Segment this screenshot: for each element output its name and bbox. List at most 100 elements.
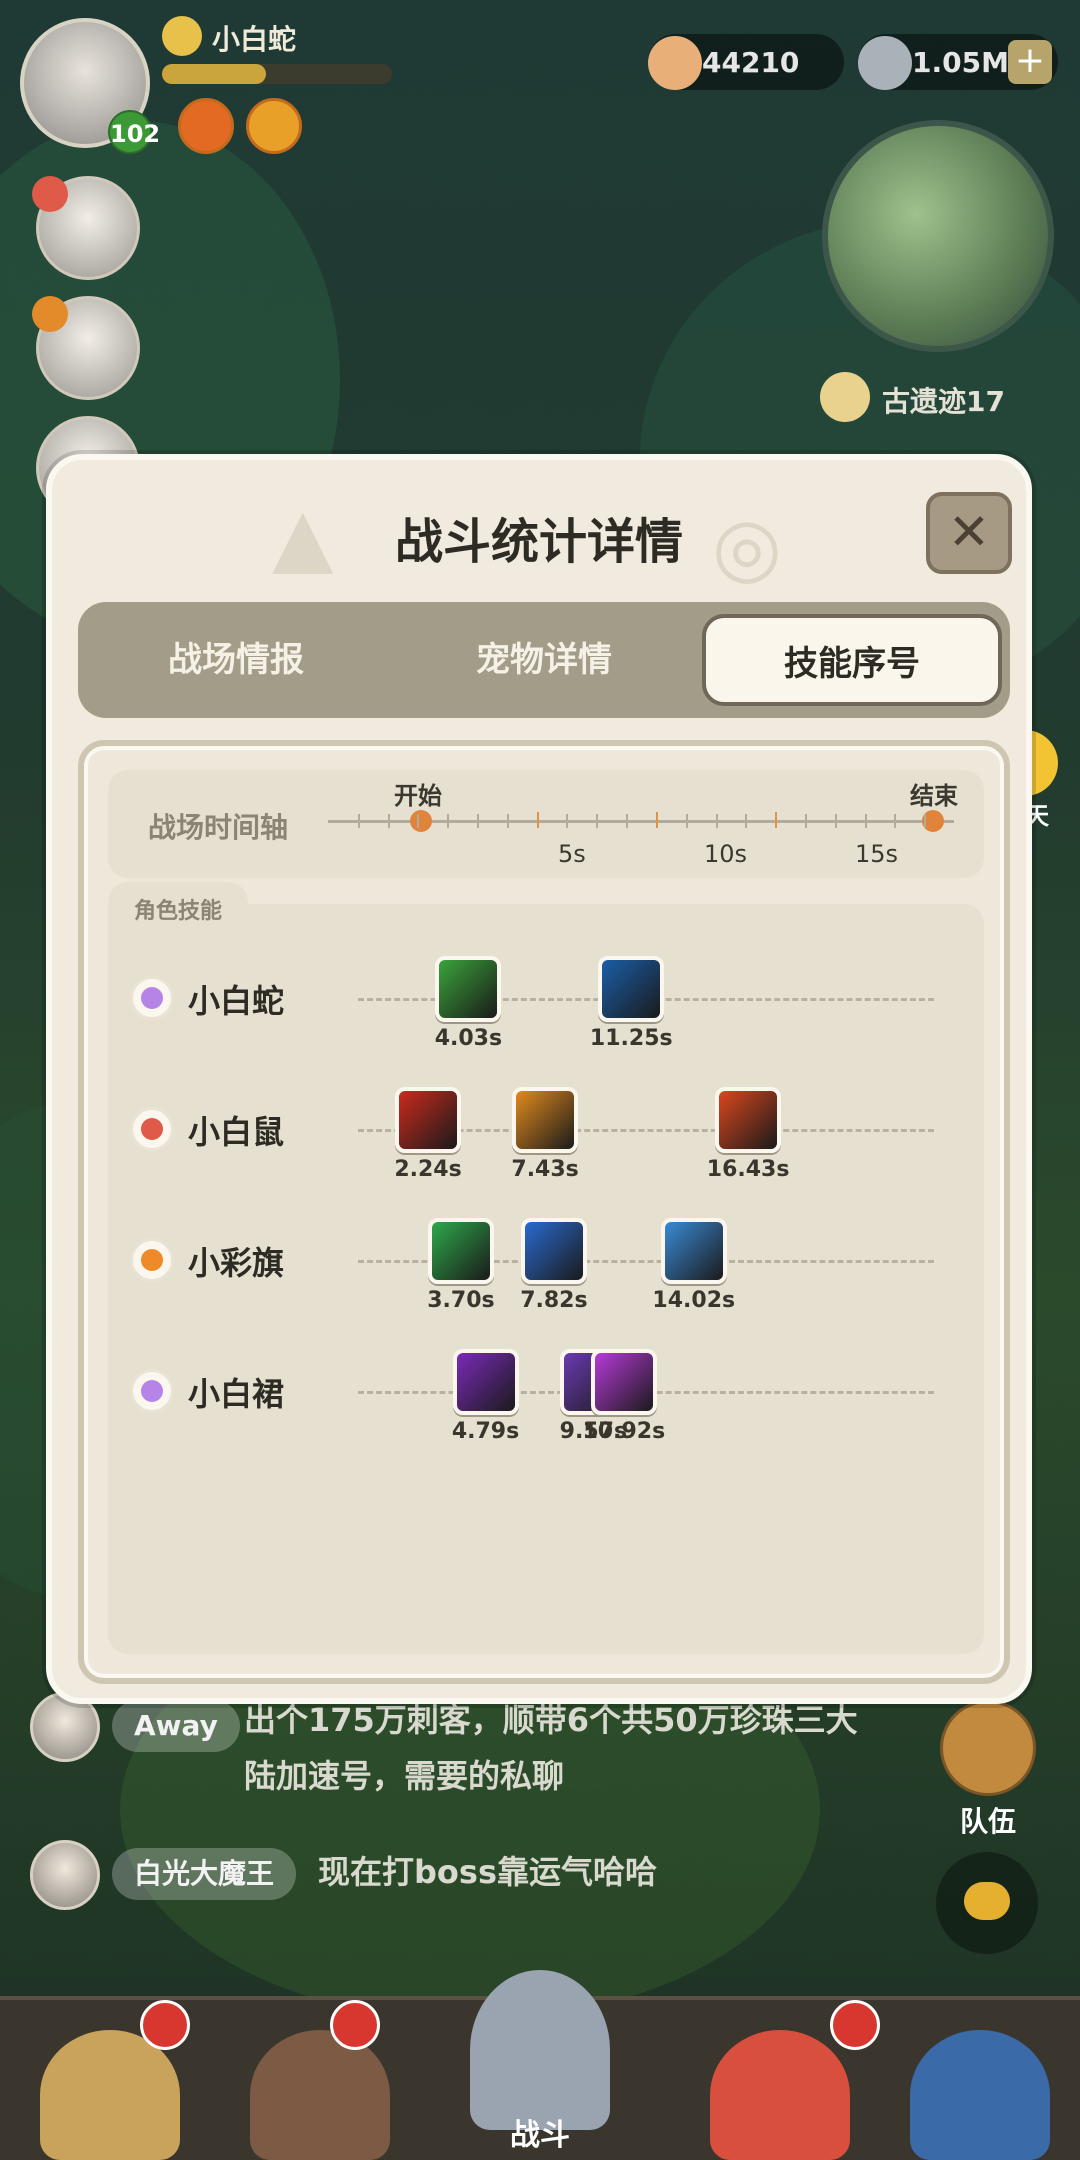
character-skills-box: 角色技能 小白蛇 4.03s 11.25s 小白鼠 2.24s 7.43s 16.43s 小彩… <box>108 882 984 1654</box>
timeline-tick <box>596 814 599 828</box>
character-name: 小白蛇 <box>188 982 285 1020</box>
timeline-label: 战场时间轴 <box>148 811 289 844</box>
skill-icon <box>512 1087 579 1153</box>
team-label: 队伍 <box>959 1805 1016 1838</box>
timeline-tick <box>775 812 778 828</box>
timeline-tick <box>506 814 509 828</box>
player-title-icon <box>162 16 202 56</box>
nav-item-dragon[interactable] <box>690 2000 880 2160</box>
skill-icon <box>590 1349 657 1415</box>
nav-item-pets[interactable] <box>20 2000 200 2160</box>
skill-cast[interactable]: 4.79s <box>452 1349 519 1444</box>
chat-message-text: 现在打boss靠运气哈哈 <box>318 1853 657 1891</box>
chat-bubble-icon <box>964 1882 1010 1920</box>
chat-button[interactable] <box>936 1852 1038 1954</box>
skill-cast[interactable]: 10.92s <box>582 1349 665 1444</box>
pearl-value: 1.05M <box>912 46 1009 79</box>
character-element-icon <box>130 1369 174 1413</box>
chat-message-text: 出个175万刺客，顺带6个共50万珍珠三大陆加速号，需要的私聊 <box>244 1692 864 1804</box>
timeline-tick <box>566 814 569 828</box>
nav-item-portal[interactable] <box>890 2000 1070 2160</box>
timeline-tick <box>626 814 629 828</box>
skill-icon <box>395 1087 461 1153</box>
timeline-start-label: 开始 <box>394 782 442 810</box>
character-element-icon <box>130 1107 174 1151</box>
battle-stats-modal: ▲ ◎ 战斗统计详情 ✕ 战场情报 宠物详情 技能序号 战场时间轴 开始 结束 … <box>46 454 1032 1704</box>
skill-cast-time: 14.02s <box>652 1288 736 1313</box>
skill-cast-time: 16.43s <box>706 1157 790 1182</box>
skill-icon <box>452 1349 519 1415</box>
timeline-tick <box>864 814 867 828</box>
element-badge-icon <box>32 296 68 332</box>
skill-cast[interactable]: 2.24s <box>394 1087 462 1182</box>
skill-icon <box>660 1218 727 1284</box>
tab-pet-details[interactable]: 宠物详情 <box>394 614 694 706</box>
skill-icon <box>598 956 665 1022</box>
chat-sender-tag[interactable]: 白光大魔王 <box>112 1848 297 1900</box>
skill-cast-time: 7.43s <box>511 1157 579 1182</box>
add-pearl-button[interactable]: + <box>1008 40 1052 84</box>
shell-value: 44210 <box>702 46 800 79</box>
shell-icon <box>648 36 702 90</box>
modal-title: 战斗统计详情 <box>394 514 683 570</box>
location-name: 古遗迹17 <box>882 385 1005 418</box>
tab-battlefield-info[interactable]: 战场情报 <box>86 614 386 706</box>
skills-section-label: 角色技能 <box>108 882 249 934</box>
chat-avatar[interactable] <box>30 1840 100 1910</box>
skill-cast[interactable]: 7.43s <box>511 1087 579 1182</box>
location-icon <box>820 372 870 422</box>
buff-badge-icon[interactable] <box>246 98 302 154</box>
skill-cast[interactable]: 11.25s <box>590 956 673 1051</box>
notification-bell-icon <box>330 2000 380 2050</box>
timeline-tick-label: 15s <box>855 840 899 868</box>
timeline-tick <box>477 814 480 828</box>
character-name: 小白裙 <box>188 1375 285 1413</box>
close-button[interactable]: ✕ <box>926 492 1012 574</box>
team-button[interactable]: 队伍 <box>938 1700 1038 1840</box>
character-element-icon <box>130 1238 174 1282</box>
tab-bar: 战场情报 宠物详情 技能序号 <box>78 602 1010 718</box>
timeline-tick <box>745 814 748 828</box>
timeline-tick <box>536 812 539 828</box>
tab-skill-order[interactable]: 技能序号 <box>702 614 1002 706</box>
skill-cast[interactable]: 3.70s <box>427 1218 495 1313</box>
skill-cast[interactable]: 7.82s <box>520 1218 588 1313</box>
timeline-tick <box>804 814 807 828</box>
skill-cast-time: 7.82s <box>520 1288 588 1313</box>
nav-label-battle: 战斗 <box>510 2118 570 2153</box>
character-element-icon <box>130 976 174 1020</box>
notification-bell-icon <box>140 2000 190 2050</box>
player-level: 102 <box>108 110 160 154</box>
character-name: 小彩旗 <box>188 1244 285 1282</box>
chat-message-text: 出个175万刺客，顺带6个共50万珍珠三大陆加速号，需要的私聊 <box>244 1701 858 1795</box>
pearl-currency: 1.05M + <box>858 34 1058 90</box>
skill-order-panel: 战场时间轴 开始 结束 5s 10s 15s 角色技能 小白蛇 4.03s 11.2… <box>78 740 1010 1684</box>
timeline-tick-label: 5s <box>558 840 586 868</box>
skill-row: 小彩旗 3.70s 7.82s 14.02s <box>108 1218 984 1338</box>
skill-cast[interactable]: 14.02s <box>652 1218 735 1313</box>
battle-sword-icon <box>470 1970 610 2130</box>
timeline-start-marker <box>410 810 432 832</box>
timeline-tick <box>417 814 420 828</box>
nav-item-character[interactable] <box>230 2000 410 2160</box>
chat-sender-tag[interactable]: Away <box>112 1700 240 1752</box>
character-icon <box>250 2030 390 2160</box>
timeline-tick <box>924 814 927 828</box>
skill-cast-time: 11.25s <box>589 1026 673 1051</box>
skill-icon <box>435 956 502 1022</box>
nav-item-battle[interactable]: 战斗 <box>450 1970 630 2160</box>
skill-row: 小白裙 4.79s 9.57s 10.92s <box>108 1349 984 1469</box>
element-badge-icon <box>32 176 68 212</box>
skill-cast[interactable]: 16.43s <box>707 1087 789 1182</box>
skill-cast[interactable]: 4.03s <box>435 956 502 1051</box>
timeline-tick <box>357 814 360 828</box>
timeline-axis: 开始 结束 5s 10s 15s <box>328 782 958 868</box>
skill-icon <box>520 1218 587 1284</box>
team-icon <box>940 1700 1036 1796</box>
timeline-end-label: 结束 <box>910 782 958 810</box>
minimap[interactable] <box>822 120 1054 352</box>
timeline-tick <box>834 814 837 828</box>
exp-bar-fill <box>162 64 266 84</box>
timeline-tick <box>447 814 450 828</box>
buff-badge-icon[interactable] <box>178 98 234 154</box>
